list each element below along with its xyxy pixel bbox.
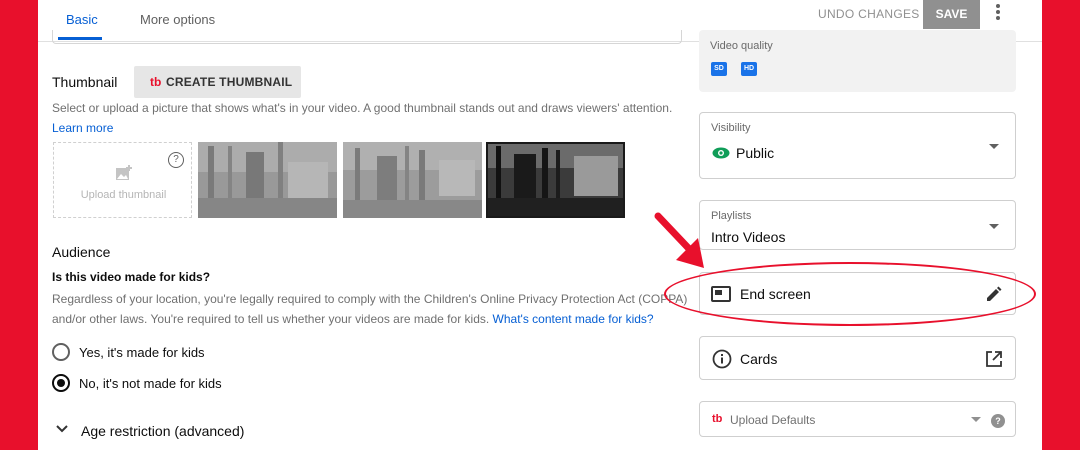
thumbnail-help: Select or upload a picture that shows wh…	[52, 98, 682, 138]
playlists-selector[interactable]: Playlists Intro Videos	[699, 200, 1016, 250]
made-for-kids-question: Is this video made for kids?	[52, 270, 211, 284]
tubebuddy-logo-icon: tb	[712, 413, 723, 425]
more-vert-icon[interactable]	[995, 4, 1001, 22]
create-thumbnail-button[interactable]: tb CREATE THUMBNAIL	[134, 66, 301, 98]
audience-help-line-2: and/or other laws. You're required to te…	[52, 312, 490, 326]
cards-row[interactable]: Cards	[699, 336, 1016, 380]
cards-label: Cards	[740, 351, 778, 367]
description-field-bottom[interactable]	[52, 30, 682, 44]
audience-title: Audience	[52, 244, 111, 260]
hd-badge-icon: HD	[741, 62, 757, 76]
upload-defaults-selector[interactable]: tb Upload Defaults ?	[699, 401, 1016, 437]
learn-more-link[interactable]: Learn more	[52, 121, 113, 135]
highlight-ellipse-annotation	[664, 262, 1036, 326]
visibility-caption: Visibility	[711, 122, 751, 134]
visibility-value: Public	[736, 145, 775, 161]
content-made-for-kids-link[interactable]: What's content made for kids?	[493, 312, 654, 326]
thumbnail-option-3-selected[interactable]	[486, 142, 625, 218]
video-quality-card: Video quality SD HD	[699, 30, 1016, 92]
sd-badge-icon: SD	[711, 62, 727, 76]
dropdown-arrow-icon	[989, 144, 999, 149]
age-restriction-toggle[interactable]: Age restriction (advanced)	[81, 423, 244, 439]
eye-icon	[712, 147, 730, 159]
radio-made-for-kids[interactable]	[52, 343, 70, 361]
tubebuddy-logo-icon: tb	[150, 75, 162, 89]
audience-help: Regardless of your location, you're lega…	[52, 289, 692, 329]
save-button[interactable]: SAVE	[923, 0, 980, 29]
radio-not-made-for-kids-label[interactable]: No, it's not made for kids	[79, 376, 222, 391]
dropdown-arrow-icon	[971, 417, 981, 422]
upload-thumbnail-button[interactable]: ? Upload thumbnail	[53, 142, 192, 218]
audience-help-line-1: Regardless of your location, you're lega…	[52, 292, 688, 306]
help-icon[interactable]: ?	[168, 152, 184, 168]
create-thumbnail-label: CREATE THUMBNAIL	[166, 75, 293, 89]
tab-more-options[interactable]: More options	[140, 12, 215, 27]
thumbnail-help-text: Select or upload a picture that shows wh…	[52, 101, 673, 115]
tab-basic[interactable]: Basic	[66, 12, 98, 27]
dropdown-arrow-icon	[989, 224, 999, 229]
add-photo-icon	[116, 165, 132, 180]
video-quality-caption: Video quality	[710, 40, 773, 52]
chevron-down-icon[interactable]	[56, 424, 68, 434]
upload-defaults-label: Upload Defaults	[730, 413, 816, 427]
info-icon	[712, 349, 732, 369]
open-in-new-icon[interactable]	[985, 350, 1003, 368]
video-details-panel: Basic More options UNDO CHANGES SAVE Thu…	[38, 0, 1042, 450]
playlists-value: Intro Videos	[711, 229, 786, 245]
radio-made-for-kids-label[interactable]: Yes, it's made for kids	[79, 345, 205, 360]
help-icon[interactable]: ?	[991, 414, 1005, 428]
thumbnail-option-2[interactable]	[343, 142, 482, 218]
annotation-arrow-icon	[654, 212, 704, 268]
playlists-caption: Playlists	[711, 210, 752, 222]
upload-thumbnail-label: Upload thumbnail	[80, 189, 167, 201]
undo-changes-button[interactable]: UNDO CHANGES	[818, 7, 920, 21]
thumbnail-title: Thumbnail	[52, 74, 118, 90]
visibility-selector[interactable]: Visibility Public	[699, 112, 1016, 179]
radio-not-made-for-kids[interactable]	[52, 374, 70, 392]
thumbnail-option-1[interactable]	[198, 142, 337, 218]
